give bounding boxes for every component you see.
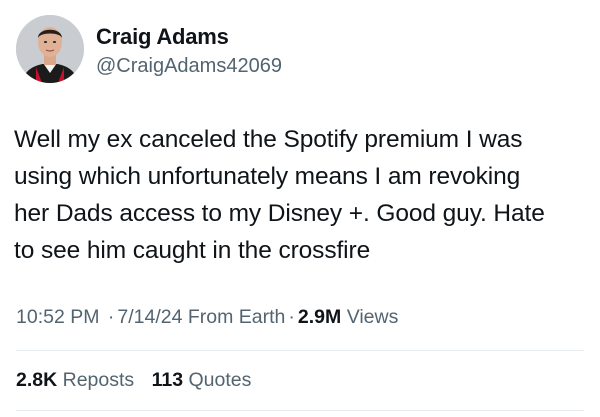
reposts-count: 2.8K: [16, 369, 58, 391]
tweet-time[interactable]: 10:52 PM: [16, 306, 99, 328]
tweet-text-line: Well my ex canceled the Spotify premium …: [14, 126, 523, 153]
avatar[interactable]: [16, 15, 84, 83]
author-name[interactable]: Craig Adams: [96, 24, 229, 50]
tweet-text-line: using which unfortunately means I am rev…: [14, 163, 521, 190]
views-count: 2.9M: [297, 306, 342, 328]
tweet-text-line: her Dads access to my Disney +. Good guy…: [14, 200, 545, 227]
quotes-label: Quotes: [188, 369, 252, 391]
reposts-stat[interactable]: 2.8K Reposts: [16, 369, 134, 392]
profile-photo-icon: [16, 15, 84, 83]
quotes-count: 113: [151, 369, 184, 391]
tweet-location: From Earth: [187, 306, 286, 328]
reposts-label: Reposts: [62, 369, 135, 391]
tweet-card: Craig Adams @CraigAdams42069 Well my ex …: [0, 0, 600, 417]
tweet-text: Well my ex canceled the Spotify premium …: [14, 121, 589, 269]
tweet-text-line: to see him caught in the crossfire: [14, 237, 371, 264]
views-label: Views: [346, 306, 399, 328]
author-handle[interactable]: @CraigAdams42069: [96, 55, 282, 78]
separator-dot: ·: [107, 306, 115, 328]
tweet-date[interactable]: 7/14/24: [117, 306, 182, 328]
tweet-meta: 10:52 PM · 7/14/24 From Earth · 2.9M Views: [16, 306, 398, 329]
engagement-stats: 2.8K Reposts 113 Quotes: [16, 369, 263, 392]
divider: [16, 350, 584, 351]
separator-dot: ·: [288, 306, 295, 328]
divider: [16, 410, 584, 411]
quotes-stat[interactable]: 113 Quotes: [152, 369, 252, 392]
